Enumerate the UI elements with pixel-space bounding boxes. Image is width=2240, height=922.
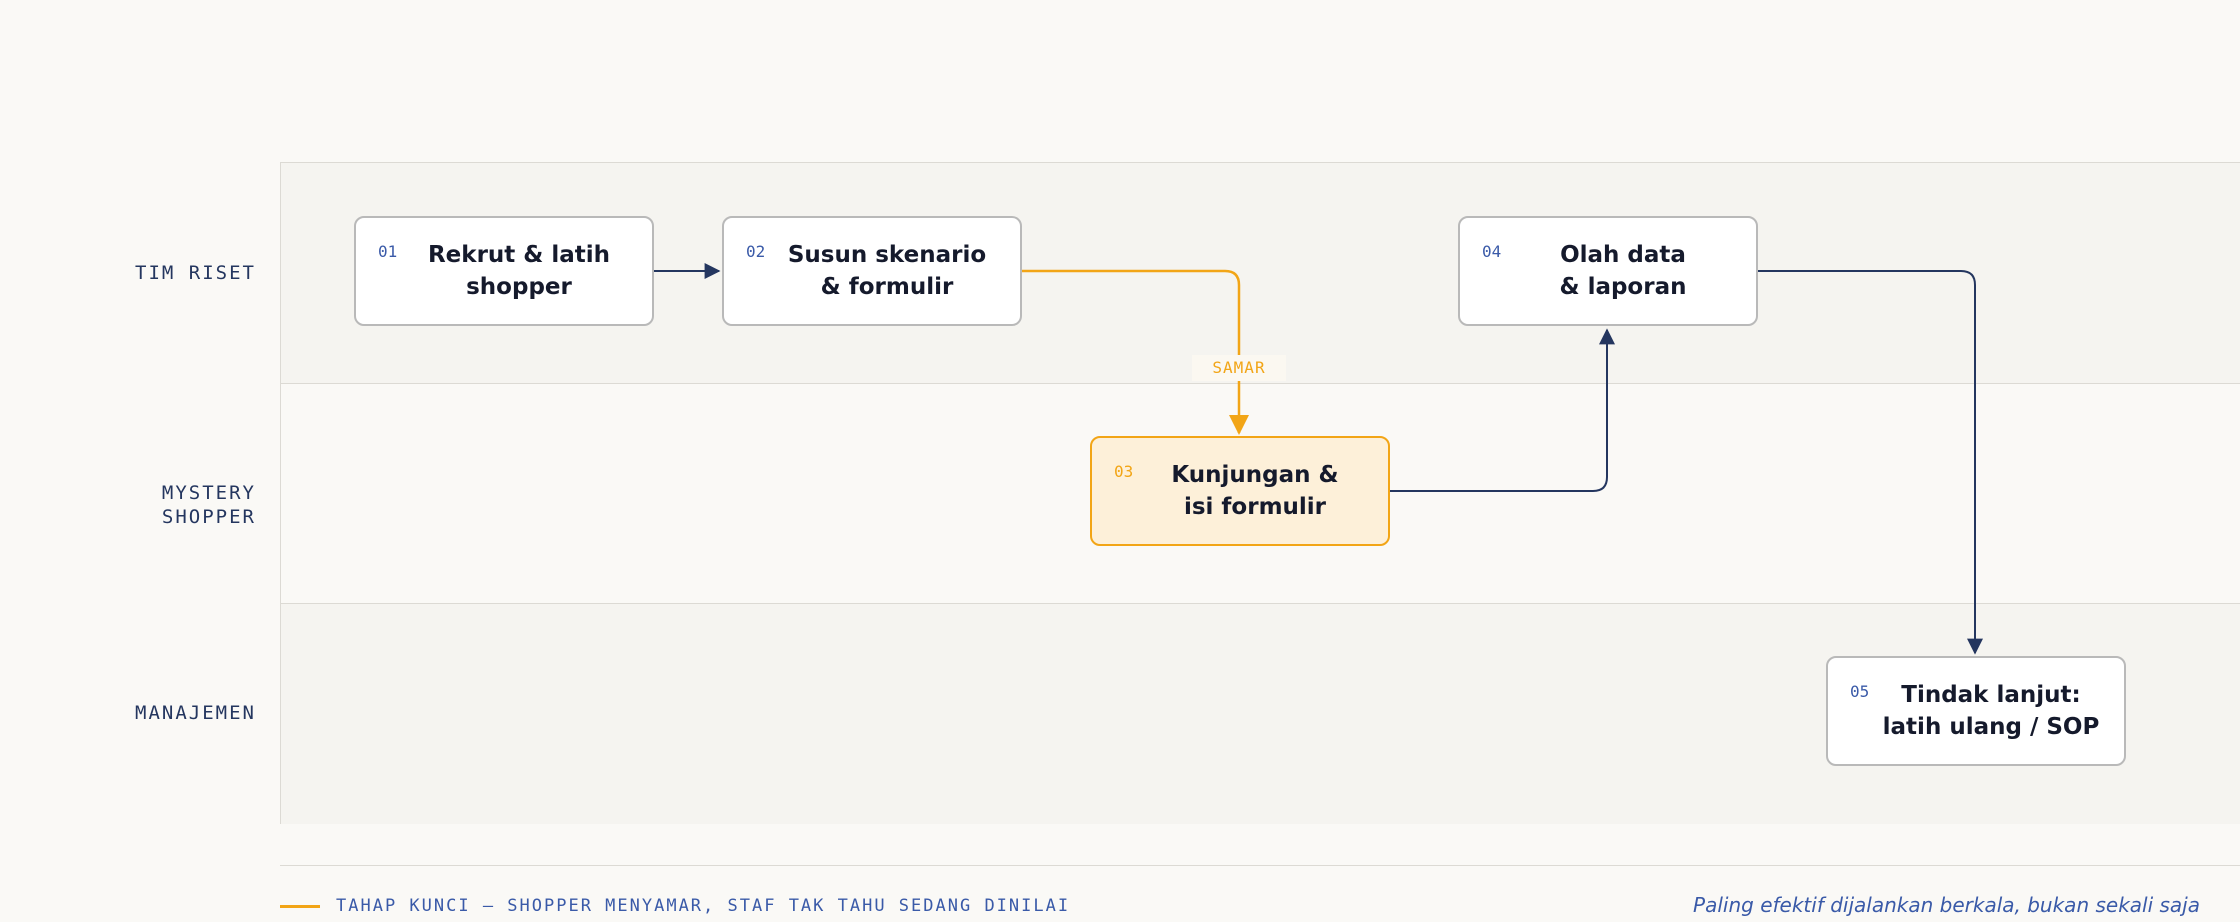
arrow-04-to-05 xyxy=(1758,270,1983,655)
step-05-node: 05 Tindak lanjut: latih ulang / SOP xyxy=(1826,656,2126,766)
step-04-node: 04 Olah data & laporan xyxy=(1458,216,1758,326)
arrow-02-to-03 xyxy=(1022,269,1249,435)
edge-label-samar: SAMAR xyxy=(1192,355,1286,381)
step-title: Olah data & laporan xyxy=(1559,242,1687,300)
footer-divider xyxy=(280,865,2240,866)
step-number: 02 xyxy=(746,242,766,261)
legend-text: TAHAP KUNCI — SHOPPER MENYAMAR, STAF TAK… xyxy=(336,896,1071,916)
step-number: 03 xyxy=(1114,462,1134,481)
step-title: Rekrut & latih shopper xyxy=(427,242,611,300)
arrow-03-to-04 xyxy=(1390,328,1615,492)
step-title: Kunjungan & isi formulir xyxy=(1171,462,1339,520)
step-01-node: 01 Rekrut & latih shopper xyxy=(354,216,654,326)
step-number: 01 xyxy=(378,242,398,261)
step-number: 05 xyxy=(1850,682,1870,701)
step-title: Susun skenario & formulir xyxy=(787,242,987,300)
step-title: Tindak lanjut: latih ulang / SOP xyxy=(1882,682,2100,740)
footnote: Paling efektif dijalankan berkala, bukan… xyxy=(1693,893,2200,917)
legend-swatch xyxy=(280,905,320,908)
step-03-node: 03 Kunjungan & isi formulir xyxy=(1090,436,1390,546)
step-02-node: 02 Susun skenario & formulir xyxy=(722,216,1022,326)
step-number: 04 xyxy=(1482,242,1502,261)
